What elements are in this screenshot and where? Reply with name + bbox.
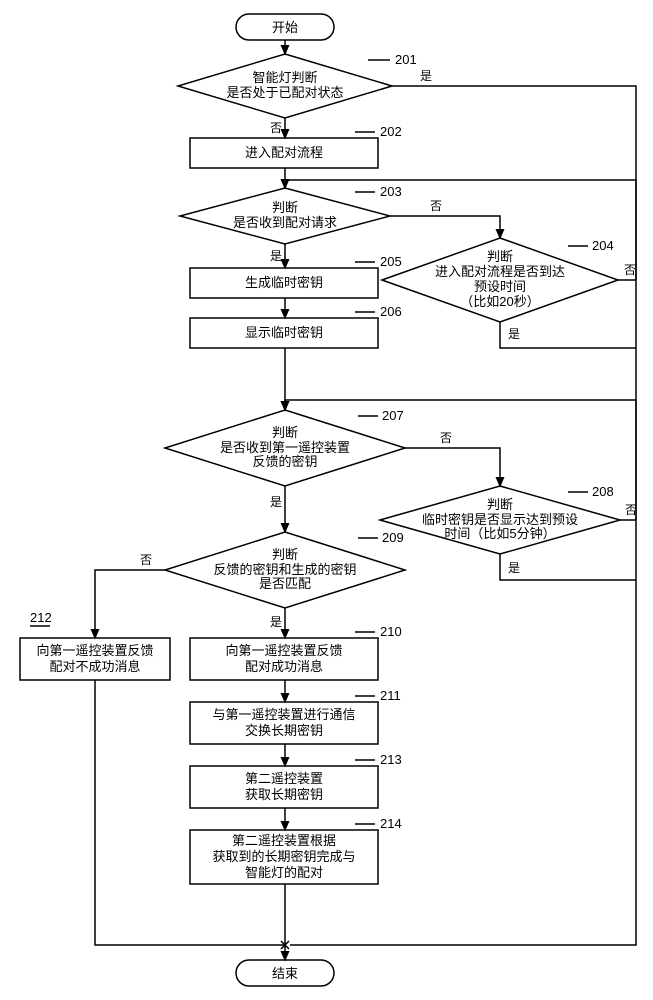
decision-207-label: 判断是否收到第一遥控装置反馈的密钥	[195, 422, 375, 474]
edge-label-no: 否	[440, 431, 452, 445]
step-number: 212	[30, 610, 52, 625]
edge-label-yes: 是	[270, 249, 282, 263]
process-214: 第二遥控装置根据获取到的长期密钥完成与智能灯的配对	[190, 830, 378, 884]
process-202-label: 进入配对流程	[190, 138, 378, 168]
process-213-label: 第二遥控装置获取长期密钥	[190, 766, 378, 808]
step-number: 203	[380, 184, 402, 199]
process-206: 显示临时密钥	[190, 318, 378, 348]
process-213: 第二遥控装置获取长期密钥	[190, 766, 378, 808]
step-number: 206	[380, 304, 402, 319]
edge-label-no: 否	[624, 263, 636, 277]
process-210-label: 向第一遥控装置反馈配对成功消息	[190, 638, 378, 680]
process-202: 进入配对流程	[190, 138, 378, 168]
decision-209-label: 判断反馈的密钥和生成的密钥是否匹配	[195, 544, 375, 596]
edge-label-no: 否	[625, 503, 637, 517]
process-211-label: 与第一遥控装置进行通信交换长期密钥	[190, 702, 378, 744]
process-206-label: 显示临时密钥	[190, 318, 378, 348]
process-205-label: 生成临时密钥	[190, 268, 378, 298]
end-label: 结束	[272, 966, 298, 981]
decision-201-label: 智能灯判断是否处于已配对状态	[195, 60, 375, 112]
process-211: 与第一遥控装置进行通信交换长期密钥	[190, 702, 378, 744]
step-number: 207	[382, 408, 404, 423]
step-number: 208	[592, 484, 614, 499]
step-number: 202	[380, 124, 402, 139]
decision-208: 判断临时密钥是否显示达到预设时间（比如5分钟）	[380, 486, 620, 554]
edge-label-yes: 是	[420, 69, 432, 83]
step-number: 204	[592, 238, 614, 253]
edge-label-no: 否	[430, 199, 442, 213]
flowchart: 开始 结束 智能灯判断是否处于已配对状态 201 进入配对流程 202 判断是否…	[0, 0, 653, 1000]
edge-label-no: 否	[140, 553, 152, 567]
step-number: 210	[380, 624, 402, 639]
end-terminator: 结束	[236, 960, 334, 986]
process-210: 向第一遥控装置反馈配对成功消息	[190, 638, 378, 680]
edge-label-yes: 是	[270, 615, 282, 629]
edge-label-yes: 是	[270, 495, 282, 509]
decision-208-label: 判断临时密钥是否显示达到预设时间（比如5分钟）	[408, 496, 592, 544]
decision-204: 判断进入配对流程是否到达预设时间（比如20秒）	[382, 238, 618, 322]
process-212-label: 向第一遥控装置反馈配对不成功消息	[20, 638, 170, 680]
process-205: 生成临时密钥	[190, 268, 378, 298]
decision-203: 判断是否收到配对请求	[180, 188, 390, 244]
decision-203-label: 判断是否收到配对请求	[200, 194, 370, 238]
step-number: 214	[380, 816, 402, 831]
edge-label-no: 否	[270, 121, 282, 135]
edge-label-yes: 是	[508, 327, 520, 341]
edge-label-yes: 是	[508, 561, 520, 575]
decision-207: 判断是否收到第一遥控装置反馈的密钥	[165, 410, 405, 486]
decision-209: 判断反馈的密钥和生成的密钥是否匹配	[165, 532, 405, 608]
step-number: 201	[395, 52, 417, 67]
process-214-label: 第二遥控装置根据获取到的长期密钥完成与智能灯的配对	[190, 830, 378, 884]
start-label: 开始	[272, 20, 298, 35]
step-number: 211	[380, 688, 401, 703]
process-212: 向第一遥控装置反馈配对不成功消息	[20, 638, 170, 680]
step-number: 205	[380, 254, 402, 269]
decision-204-label: 判断进入配对流程是否到达预设时间（比如20秒）	[410, 248, 590, 312]
start-terminator: 开始	[236, 14, 334, 40]
decision-201: 智能灯判断是否处于已配对状态	[178, 54, 392, 118]
step-number: 213	[380, 752, 402, 767]
step-number: 209	[382, 530, 404, 545]
